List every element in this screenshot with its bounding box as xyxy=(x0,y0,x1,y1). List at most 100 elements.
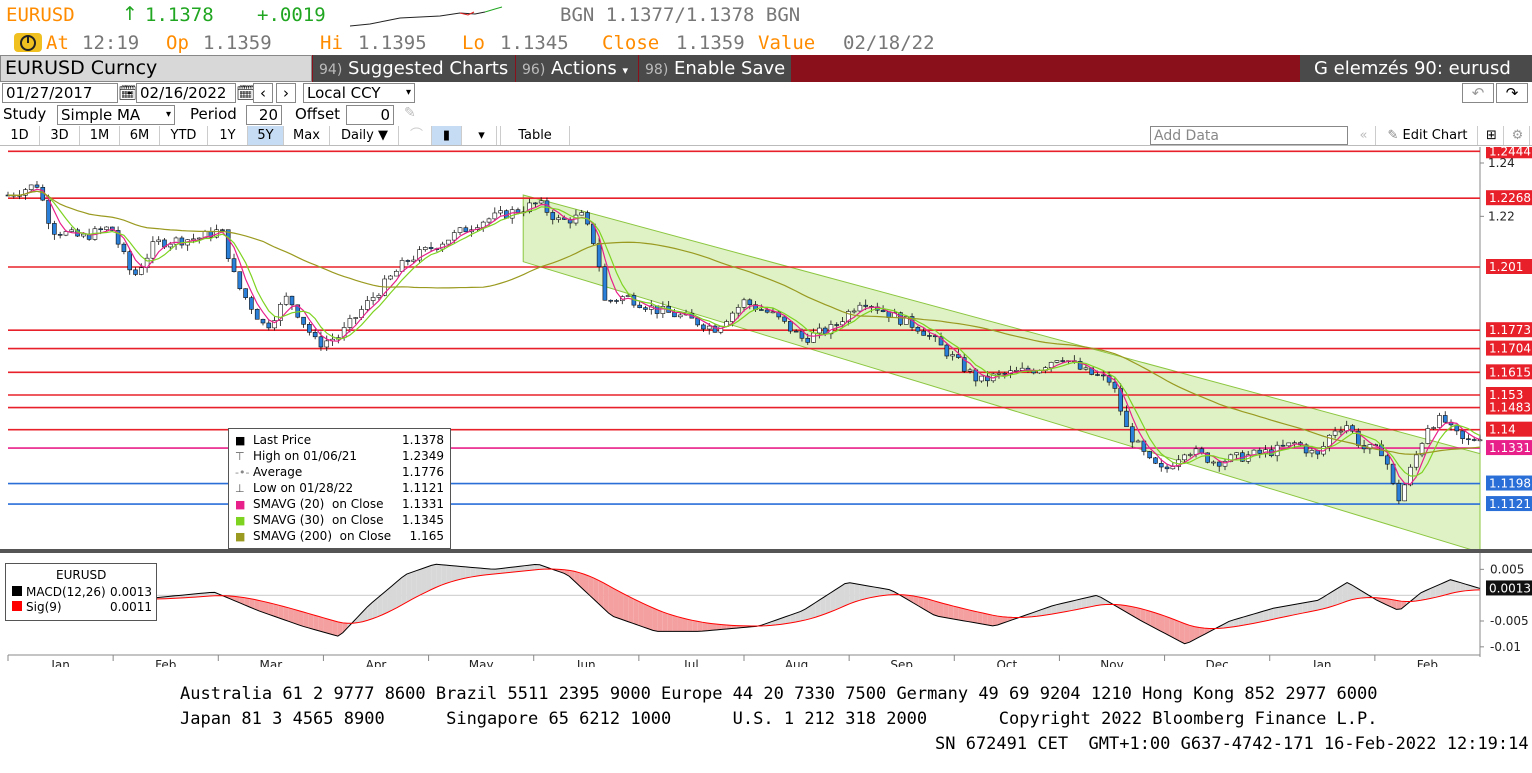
candle-body xyxy=(515,209,521,213)
candle-body xyxy=(1442,415,1448,423)
frequency-select[interactable]: Daily ▼ xyxy=(331,126,399,145)
macd-fill xyxy=(1450,579,1456,594)
dropdown-arrow-icon: ▾ xyxy=(622,64,629,77)
macd-fill xyxy=(298,610,304,627)
gear-icon[interactable]: ⚙ xyxy=(1506,126,1530,145)
candle-body xyxy=(220,229,225,231)
chart-type-dropdown[interactable]: ▾ xyxy=(467,126,497,145)
end-date-input[interactable]: 02/16/2022 xyxy=(136,83,236,103)
range-button-max[interactable]: Max xyxy=(284,126,330,145)
legend-row: ⊥ Low on 01/28/22 1.1121 xyxy=(235,481,444,497)
edit-chart-button[interactable]: ✎ Edit Chart xyxy=(1378,126,1478,145)
redo-button[interactable]: ↷ xyxy=(1496,83,1528,103)
macd-tick-label: -0.01 xyxy=(1490,640,1521,654)
candle-body xyxy=(1234,452,1239,456)
candle-body xyxy=(730,312,735,322)
level-label: 1.1198 xyxy=(1489,477,1531,491)
offset-input[interactable]: 0 xyxy=(346,105,394,125)
actions-button[interactable]: 96) Actions ▾ xyxy=(516,55,638,82)
range-button-ytd[interactable]: YTD xyxy=(160,126,208,145)
level-label: 1.1483 xyxy=(1489,401,1531,415)
macd-fill xyxy=(613,588,619,619)
prev-period-button[interactable]: ‹ xyxy=(253,83,273,103)
macd-fill xyxy=(1278,606,1284,619)
macd-fill xyxy=(421,567,427,595)
macd-fill xyxy=(648,605,653,631)
candle-body xyxy=(1147,451,1152,459)
footer-session: SN 672491 CET GMT+1:00 G637-4742-171 16-… xyxy=(935,734,1529,754)
add-data-input[interactable]: Add Data xyxy=(1150,126,1348,145)
candle-body xyxy=(370,297,376,301)
candle-body xyxy=(967,369,973,372)
collapse-icon[interactable]: « xyxy=(1352,126,1376,145)
candle-body xyxy=(318,336,324,348)
undo-button[interactable]: ↶ xyxy=(1462,83,1494,103)
price-chart[interactable]: 1.241.221.24441.22681.2011.17731.17041.1… xyxy=(0,147,1532,667)
currency-value: Local CCY xyxy=(307,84,381,102)
suggested-charts-button[interactable]: 94) Suggested Charts xyxy=(313,55,515,82)
macd-fill xyxy=(416,568,422,597)
candle-body xyxy=(81,233,86,237)
period-label: Period xyxy=(190,105,237,123)
candle-body xyxy=(1286,442,1292,447)
candle-body xyxy=(156,239,161,242)
macd-fill xyxy=(470,567,476,578)
legend-row: ■ Last Price 1.1378 xyxy=(235,433,444,449)
macd-fill xyxy=(1081,597,1087,609)
legend-value: 1.1121 xyxy=(402,481,444,495)
macd-fill xyxy=(456,566,461,581)
security-field[interactable]: EURUSD Curncy xyxy=(0,55,312,82)
start-date-input[interactable]: 01/27/2017 xyxy=(2,83,118,103)
chart-settings-icon[interactable]: ⊞ xyxy=(1480,126,1504,145)
enable-save-button[interactable]: 98) Enable Save xyxy=(639,55,791,82)
candle-body xyxy=(1135,440,1141,443)
next-period-button[interactable]: › xyxy=(276,83,296,103)
macd-fill xyxy=(1396,600,1402,610)
currency-select[interactable]: Local CCY ▾ xyxy=(303,83,415,103)
line-chart-icon[interactable]: ⌒ xyxy=(402,126,432,145)
macd-fill xyxy=(830,589,836,613)
candle-body xyxy=(399,260,405,272)
range-button-1y[interactable]: 1Y xyxy=(208,126,248,145)
range-button-1d[interactable]: 1D xyxy=(0,126,40,145)
range-button-6m[interactable]: 6M xyxy=(120,126,160,145)
macd-legend-row: Sig(9) 0.0011 xyxy=(12,600,152,614)
legend-swatch xyxy=(12,586,22,596)
macd-fill xyxy=(1302,602,1308,614)
candle-body xyxy=(834,324,840,326)
macd-fill xyxy=(859,584,865,601)
range-button-5y[interactable]: 5Y xyxy=(248,126,284,145)
footer-contacts: Australia 61 2 9777 8600 Brazil 5511 239… xyxy=(180,684,1378,704)
candle-body xyxy=(1338,430,1344,433)
macd-fill xyxy=(308,613,314,630)
macd-fill xyxy=(672,615,678,632)
candle-body xyxy=(1332,430,1338,436)
range-button-1m[interactable]: 1M xyxy=(80,126,120,145)
macd-fill xyxy=(938,602,944,618)
legend-row: ⊤ High on 01/06/21 1.2349 xyxy=(235,449,444,465)
candle-body xyxy=(34,184,40,188)
table-button[interactable]: Table xyxy=(500,126,570,145)
range-button-3d[interactable]: 3D xyxy=(40,126,80,145)
legend-row: -•- Average 1.1776 xyxy=(235,465,444,481)
legend-value: 1.1331 xyxy=(402,497,444,511)
legend-swatch: ■ xyxy=(235,498,246,511)
candle-chart-icon[interactable]: ▮ xyxy=(432,126,462,145)
candle-body xyxy=(324,340,330,348)
gauge-icon[interactable] xyxy=(14,33,42,52)
macd-fill xyxy=(475,567,481,577)
candle-body xyxy=(550,212,556,220)
pencil-icon[interactable]: ✎ xyxy=(404,105,416,121)
macd-fill xyxy=(657,609,663,632)
macd-fill xyxy=(948,604,954,619)
value-date: 02/18/22 xyxy=(843,32,935,54)
period-input[interactable]: 20 xyxy=(246,105,282,125)
study-select[interactable]: Simple MA ▾ xyxy=(57,105,175,125)
candle-body xyxy=(393,271,399,277)
candle-body xyxy=(57,234,63,236)
macd-fill xyxy=(643,603,648,629)
candle-body xyxy=(1211,461,1216,464)
macd-fill xyxy=(992,615,998,626)
close-value: 1.1359 xyxy=(676,32,745,54)
candle-body xyxy=(782,316,787,322)
